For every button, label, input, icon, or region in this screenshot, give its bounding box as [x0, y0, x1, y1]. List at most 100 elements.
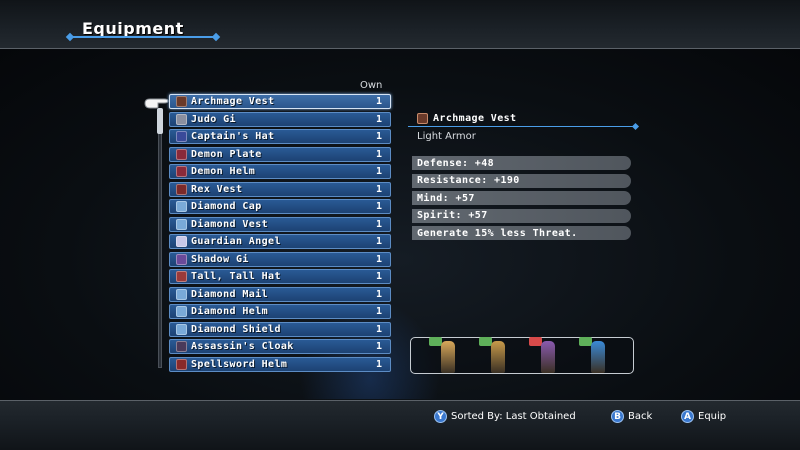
party-member: [479, 337, 509, 374]
item-name: Assassin's Cloak: [191, 341, 294, 352]
item-name: Judo Gi: [191, 113, 236, 125]
item-quantity: 1: [376, 271, 383, 282]
helm-icon: [176, 358, 187, 370]
sort-hint[interactable]: Y Sorted By: Last Obtained: [434, 410, 576, 423]
item-quantity: 1: [376, 236, 383, 247]
equipment-row[interactable]: Guardian Angel 1: [169, 234, 391, 249]
equipment-row[interactable]: Diamond Cap 1: [169, 199, 391, 214]
equipment-row[interactable]: Demon Helm 1: [169, 164, 391, 179]
scrollbar-thumb[interactable]: [157, 108, 163, 134]
equipment-row[interactable]: Diamond Shield 1: [169, 321, 391, 337]
item-quantity: 1: [376, 341, 383, 352]
pointer-hand-icon: [144, 98, 169, 109]
equipment-row[interactable]: Shadow Gi 1: [169, 251, 391, 267]
item-quantity: 1: [376, 113, 383, 125]
stat-effect: Generate 15% less Threat.: [412, 226, 631, 240]
item-quantity: 1: [376, 218, 383, 230]
header-bar: Equipment: [0, 0, 800, 49]
item-quantity: 1: [376, 166, 383, 177]
mail-icon: [176, 288, 187, 300]
item-name: Guardian Angel: [191, 236, 281, 247]
detail-underline: [408, 126, 636, 127]
scrollbar-track[interactable]: [158, 110, 162, 368]
item-name: Diamond Mail: [191, 288, 269, 300]
equipment-row[interactable]: Diamond Mail 1: [169, 286, 391, 302]
item-name: Captain's Hat: [191, 131, 275, 142]
equipment-row[interactable]: Diamond Helm 1: [169, 304, 391, 319]
item-name: Shadow Gi: [191, 253, 249, 265]
gi-icon: [176, 113, 187, 125]
equipment-list: Archmage Vest 1 Judo Gi 1 Captain's Hat 1 Demo…: [169, 94, 391, 374]
cloak-icon: [176, 341, 187, 352]
a-button-icon: A: [681, 410, 694, 423]
back-hint[interactable]: B Back: [611, 410, 652, 423]
helm-icon: [176, 166, 187, 177]
detail-item-type: Light Armor: [417, 131, 476, 142]
party-member: [529, 337, 559, 374]
equipment-row[interactable]: Rex Vest 1: [169, 181, 391, 197]
y-button-icon: Y: [434, 410, 447, 423]
b-button-icon: B: [611, 410, 624, 423]
armor-icon: [176, 148, 187, 160]
stat-resistance: Resistance: +190: [412, 173, 631, 188]
vest-icon: [417, 113, 428, 124]
item-quantity: 1: [376, 306, 383, 317]
shield-icon: [176, 323, 187, 335]
cap-icon: [176, 201, 187, 212]
item-name: Archmage Vest: [191, 96, 275, 107]
item-name: Demon Helm: [191, 166, 256, 177]
equipment-row[interactable]: Demon Plate 1: [169, 146, 391, 162]
back-label: Back: [628, 411, 653, 422]
detail-header: Archmage Vest: [417, 113, 516, 124]
party-preview: [410, 337, 634, 374]
equipment-row[interactable]: Assassin's Cloak 1: [169, 339, 391, 354]
item-name: Diamond Vest: [191, 218, 269, 230]
item-name: Spellsword Helm: [191, 358, 288, 370]
equipment-row[interactable]: Captain's Hat 1: [169, 129, 391, 144]
sort-label: Sorted By: Last Obtained: [451, 411, 576, 422]
stat-spirit: Spirit: +57: [412, 208, 631, 223]
item-quantity: 1: [376, 288, 383, 300]
stat-mind: Mind: +57: [412, 191, 631, 205]
equipment-row[interactable]: Tall, Tall Hat 1: [169, 269, 391, 284]
equipment-row[interactable]: Diamond Vest 1: [169, 216, 391, 232]
vest-icon: [176, 183, 187, 195]
item-quantity: 1: [376, 183, 383, 195]
item-quantity: 1: [376, 131, 383, 142]
item-name: Diamond Cap: [191, 201, 262, 212]
character-sprite: [491, 341, 505, 373]
own-column-header: Own: [360, 80, 383, 91]
equip-hint[interactable]: A Equip: [681, 410, 726, 423]
helm-icon: [176, 306, 187, 317]
item-quantity: 1: [376, 148, 383, 160]
stat-list: Defense: +48 Resistance: +190 Mind: +57 …: [412, 156, 631, 244]
equipment-row[interactable]: Judo Gi 1: [169, 111, 391, 127]
hat-icon: [176, 271, 187, 282]
party-member: [429, 337, 459, 374]
item-quantity: 1: [376, 253, 383, 265]
hat-icon: [176, 131, 187, 142]
party-member: [579, 337, 609, 374]
item-name: Demon Plate: [191, 148, 262, 160]
item-quantity: 1: [376, 96, 383, 107]
equipment-row[interactable]: Archmage Vest 1: [169, 94, 391, 109]
character-sprite: [441, 341, 455, 373]
detail-item-name: Archmage Vest: [433, 113, 517, 124]
footer-bar: [0, 400, 800, 450]
equip-label: Equip: [698, 411, 727, 422]
vest-icon: [176, 96, 187, 107]
angel-icon: [176, 236, 187, 247]
character-sprite: [541, 341, 555, 373]
item-name: Diamond Shield: [191, 323, 281, 335]
item-quantity: 1: [376, 201, 383, 212]
main-panel: [0, 49, 800, 400]
stat-defense: Defense: +48: [412, 156, 631, 170]
item-name: Rex Vest: [191, 183, 243, 195]
vest-icon: [176, 218, 187, 230]
character-sprite: [591, 341, 605, 373]
item-quantity: 1: [376, 358, 383, 370]
title-underline: [70, 36, 216, 38]
item-name: Diamond Helm: [191, 306, 269, 317]
gi-icon: [176, 253, 187, 265]
equipment-row[interactable]: Spellsword Helm 1: [169, 356, 391, 372]
